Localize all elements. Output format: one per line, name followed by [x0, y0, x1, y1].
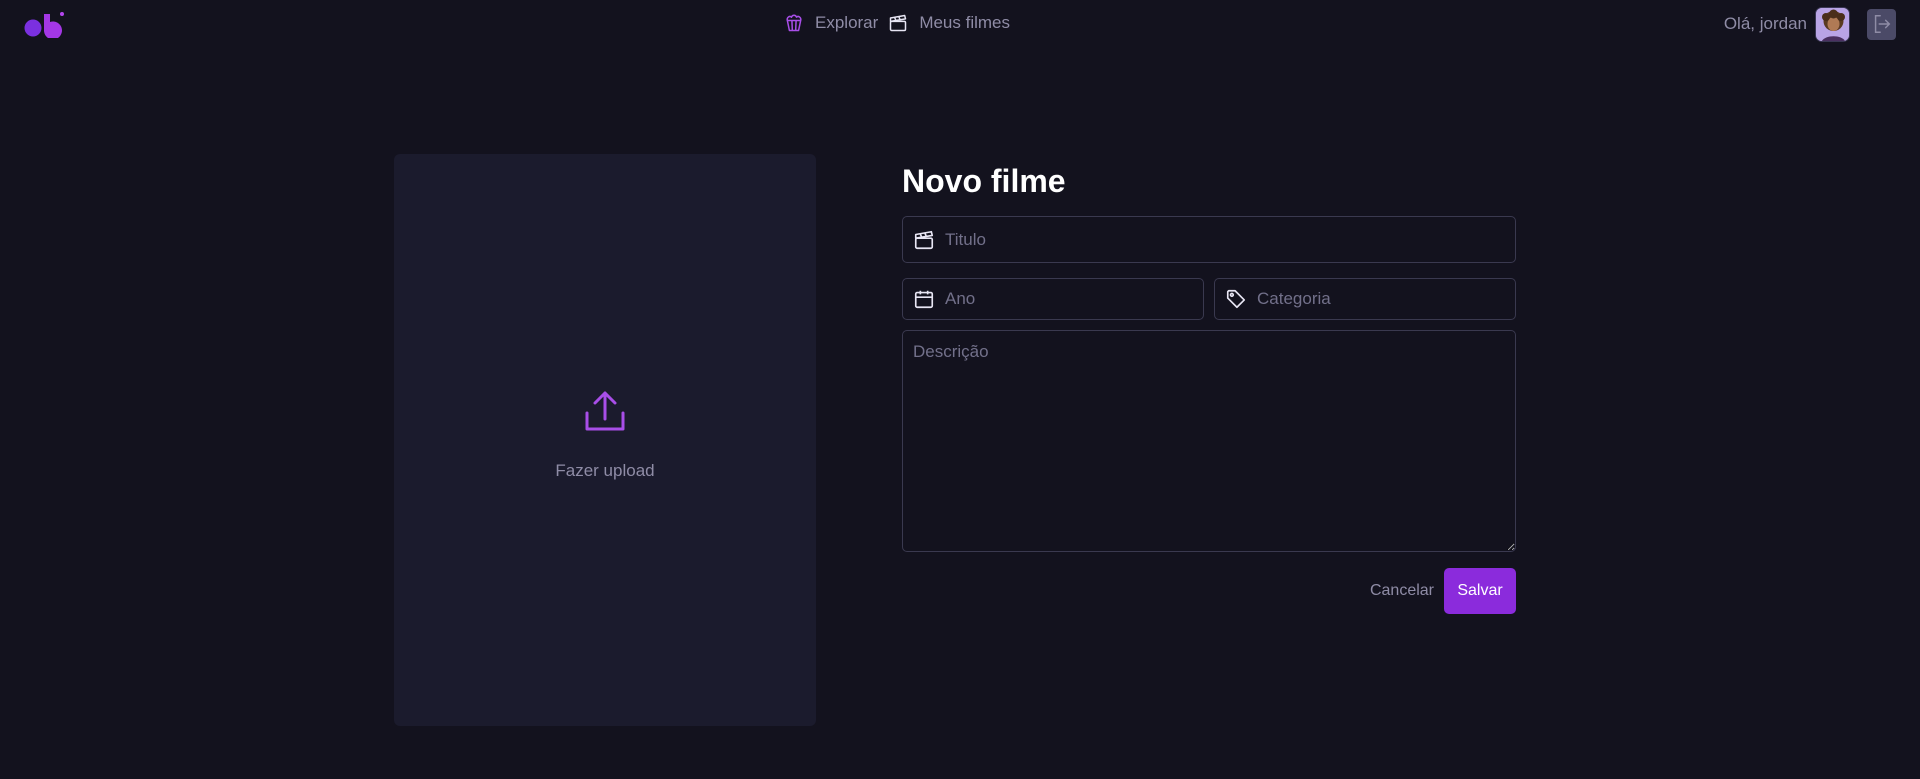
avatar-image — [1816, 7, 1849, 41]
upload-label: Fazer upload — [555, 461, 655, 480]
logout-icon — [1874, 15, 1890, 33]
nav-explore-label: Explorar — [815, 13, 879, 32]
clapperboard-icon — [914, 230, 934, 249]
user-greeting: Olá, jordan — [1723, 14, 1807, 33]
description-textarea[interactable] — [902, 330, 1516, 552]
title-input[interactable] — [945, 229, 1515, 250]
title-field[interactable] — [902, 216, 1516, 263]
cancel-button[interactable]: Cancelar — [1370, 582, 1434, 600]
calendar-icon — [914, 290, 934, 309]
page-title: Novo filme — [902, 163, 1066, 199]
nav-explore[interactable]: Explorar — [784, 13, 878, 33]
poster-upload-area[interactable]: Fazer upload — [394, 154, 816, 726]
year-input[interactable] — [945, 289, 1203, 309]
form-actions: Cancelar Salvar — [902, 568, 1516, 614]
logout-button[interactable] — [1867, 8, 1896, 40]
upload-icon — [585, 391, 625, 431]
tag-icon — [1226, 289, 1246, 309]
new-movie-form: Novo filme Cancelar Salvar — [902, 160, 1516, 614]
save-button[interactable]: Salvar — [1444, 568, 1516, 614]
avatar[interactable] — [1815, 6, 1850, 42]
clapperboard-icon — [890, 14, 907, 32]
year-field[interactable] — [902, 278, 1204, 320]
year-category-row — [902, 278, 1516, 320]
popcorn-icon — [786, 14, 802, 32]
user-area: Olá, jordan — [1724, 6, 1896, 42]
nav-my-movies-label: Meus filmes — [919, 13, 1010, 32]
logo[interactable] — [24, 10, 66, 38]
category-field[interactable] — [1214, 278, 1516, 320]
main-nav: Explorar Meus filmes — [784, 12, 1010, 34]
nav-my-movies[interactable]: Meus filmes — [888, 13, 1010, 33]
category-input[interactable] — [1257, 289, 1515, 309]
top-bar: Explorar Meus filmes Olá, jordan — [0, 0, 1920, 46]
